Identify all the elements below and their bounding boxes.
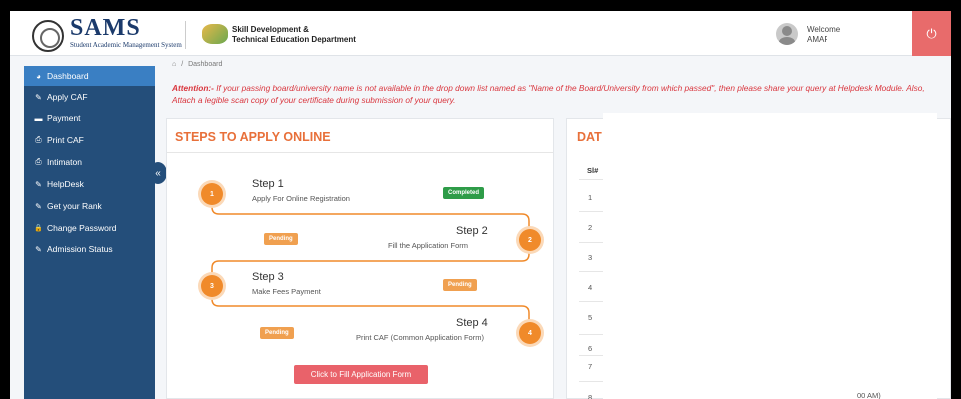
double-chevron-left-icon: « [155,167,161,179]
time-fragment: 00 AM) [857,391,881,399]
table-row: 4 [588,283,593,292]
table-row: 7 [588,362,593,371]
redacted-area [827,35,910,53]
breadcrumb-current: Dashboard [188,61,223,68]
row-divider [579,271,604,272]
step-1-title: Step 1 [252,178,284,190]
logo-subtitle: Student Academic Management System [70,41,182,49]
sidebar-item-label: Payment [47,113,81,123]
table-row: 3 [588,253,593,262]
step-1-status-badge: Completed [443,187,485,199]
sidebar-item-get-rank[interactable]: ✎ Get your Rank [24,196,155,216]
sidebar: ◕ Dashboard ✎ Apply CAF ▬ Payment ⎙ Prin… [24,66,155,399]
row-divider [579,381,604,382]
row-divider [579,211,604,212]
step-2-circle: 2 [519,229,541,251]
sidebar-item-intimation[interactable]: ⎙ Intimaton [24,152,155,172]
step-1-desc: Apply For Online Registration [252,194,350,203]
sidebar-item-label: Apply CAF [47,92,88,102]
sidebar-item-label: Admission Status [47,244,113,254]
row-divider [579,301,604,302]
top-header: SAMS Student Academic Management System … [10,11,951,56]
state-emblem-icon [32,20,64,52]
attention-text: If your passing board/university name is… [172,83,925,105]
step-3-desc: Make Fees Payment [252,287,321,296]
welcome-label: Welcome [807,25,841,34]
sidebar-item-label: Intimaton [47,157,82,167]
steps-panel: STEPS TO APPLY ONLINE 1 Step 1 Apply For… [166,118,554,399]
logo-title: SAMS [70,15,141,41]
user-edit-icon: ✎ [35,92,42,102]
step-2-title: Step 2 [456,225,488,237]
step-2-status-badge: Pending [264,233,298,245]
row-divider [579,334,604,335]
attention-label: Attention:- [172,83,214,93]
step-2-desc: Fill the Application Form [388,241,469,250]
sidebar-item-payment[interactable]: ▬ Payment [24,108,155,128]
step-3-circle: 3 [201,275,223,297]
department-name: Skill Development & Technical Education … [232,25,356,45]
table-row: 2 [588,223,593,232]
sidebar-item-admission-status[interactable]: ✎ Admission Status [24,239,155,259]
sidebar-item-label: Print CAF [47,135,84,145]
step-4-title: Step 4 [456,317,488,329]
row-divider [579,355,604,356]
obscured-region [603,113,937,399]
breadcrumb: ⌂ / Dashboard [172,61,222,68]
attention-notice: Attention:- If your passing board/univer… [172,82,942,106]
step-3-title: Step 3 [252,271,284,283]
sidebar-collapse-button[interactable]: « [149,162,167,184]
sidebar-item-label: Get your Rank [47,201,102,211]
user-edit-icon: ✎ [35,244,42,254]
print-icon: ⎙ [35,157,42,166]
sidebar-item-dashboard[interactable]: ◕ Dashboard [24,66,155,86]
app-frame: SAMS Student Academic Management System … [10,11,951,399]
sidebar-item-change-password[interactable]: 🔒 Change Password [24,218,155,238]
lock-icon: 🔒 [34,225,43,232]
dept-line-1: Skill Development & [232,25,309,34]
steps-connector [211,194,530,329]
dept-line-2: Technical Education Department [232,35,356,44]
step-4-circle: 4 [519,322,541,344]
logout-button[interactable]: ⏻ [912,11,951,56]
row-divider [579,242,604,243]
table-row: 1 [588,193,593,202]
sidebar-item-label: HelpDesk [47,179,84,189]
step-3-status-badge: Pending [443,279,477,291]
sidebar-item-label: Dashboard [47,71,89,81]
fill-application-button[interactable]: Click to Fill Application Form [294,365,428,384]
row-divider [579,179,604,180]
step-1-circle: 1 [201,183,223,205]
user-avatar-icon[interactable] [776,23,798,45]
sidebar-item-print-caf[interactable]: ⎙ Print CAF [24,130,155,150]
breadcrumb-separator: / [181,61,184,68]
home-icon[interactable]: ⌂ [172,61,176,68]
user-edit-icon: ✎ [35,201,42,211]
print-icon: ⎙ [35,135,42,144]
dates-panel-title: DAT [577,130,602,144]
power-icon: ⏻ [926,25,937,41]
step-4-status-badge: Pending [260,327,294,339]
sl-column-header: Sl# [587,166,599,175]
sidebar-item-helpdesk[interactable]: ✎ HelpDesk [24,174,155,194]
card-icon: ▬ [34,113,43,123]
user-edit-icon: ✎ [35,179,42,189]
step-4-desc: Print CAF (Common Application Form) [356,333,484,342]
table-row: 6 [588,344,593,353]
table-row: 8 [588,393,593,399]
skill-odisha-logo [202,24,228,44]
dashboard-icon: ◕ [36,71,41,81]
sidebar-item-apply-caf[interactable]: ✎ Apply CAF [24,87,155,107]
table-row: 5 [588,313,593,322]
sidebar-item-label: Change Password [47,223,117,233]
header-divider [185,21,186,49]
sams-logo[interactable]: SAMS Student Academic Management System [70,16,182,50]
